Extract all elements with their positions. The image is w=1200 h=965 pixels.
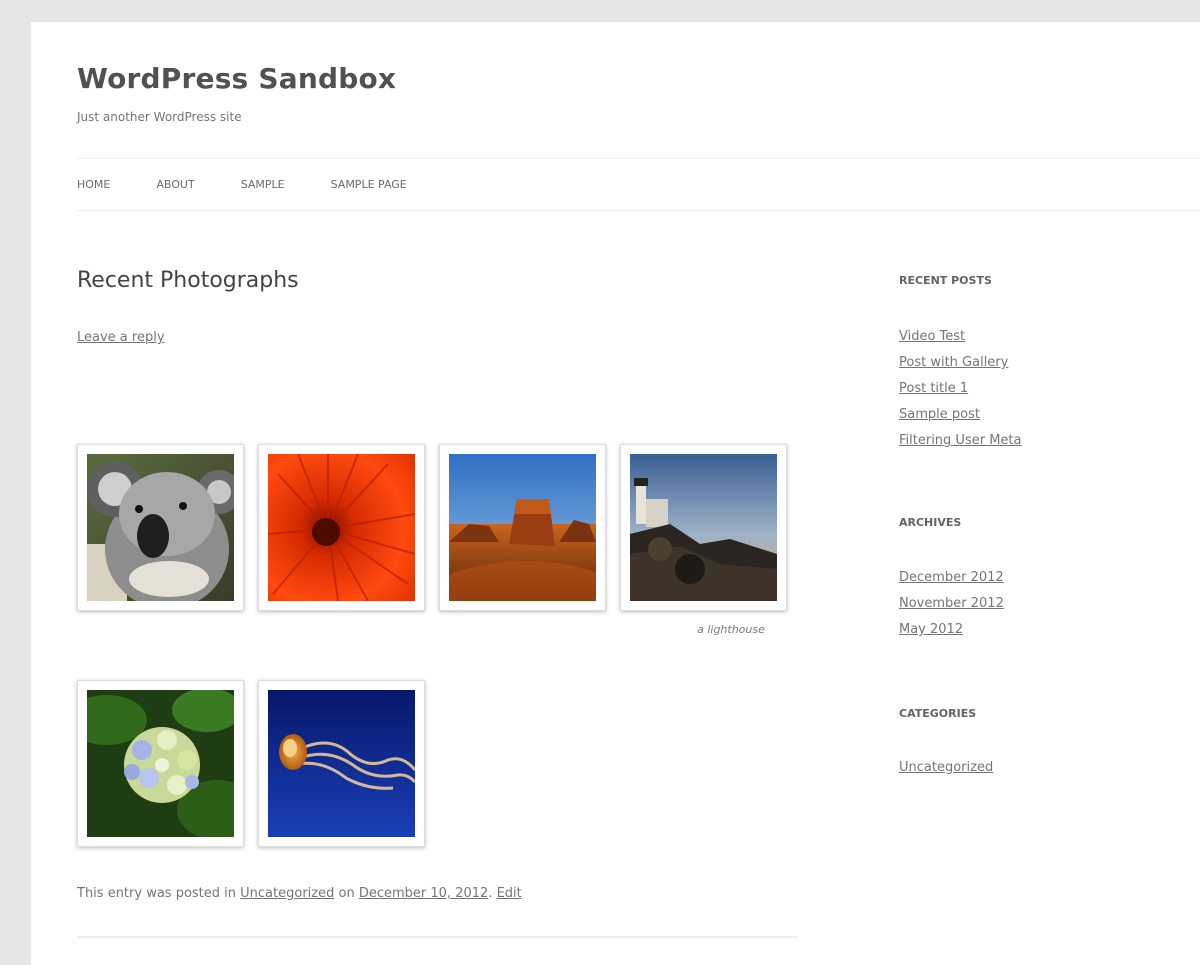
entry-meta-prefix: This entry was posted in xyxy=(77,886,237,901)
categories-title: CATEGORIES xyxy=(899,707,977,720)
gallery-image-desert-mesa[interactable] xyxy=(439,444,606,611)
desert-photo xyxy=(449,454,596,601)
gallery-caption-lighthouse: a lighthouse xyxy=(697,623,765,636)
entry-date-link[interactable]: December 10, 2012 xyxy=(359,886,488,901)
recent-posts-title: RECENT POSTS xyxy=(899,274,992,287)
recent-post-link[interactable]: Post title 1 xyxy=(899,381,968,396)
list-item: December 2012 xyxy=(899,565,1004,591)
entry-category-link[interactable]: Uncategorized xyxy=(240,886,334,901)
archive-link[interactable]: December 2012 xyxy=(899,570,1004,585)
page: WordPress Sandbox Just another WordPress… xyxy=(31,22,1200,965)
nav-item-sample-page[interactable]: SAMPLE PAGE xyxy=(331,178,407,191)
gallery-image-orange-flower[interactable] xyxy=(258,444,425,611)
category-link[interactable]: Uncategorized xyxy=(899,760,993,775)
hydrangea-photo xyxy=(87,690,234,837)
entry-meta: This entry was posted in Uncategorized o… xyxy=(77,886,522,901)
entry-divider xyxy=(77,936,797,938)
entry-meta-on: on xyxy=(338,886,355,901)
jellyfish-photo xyxy=(268,690,415,837)
categories-list: Uncategorized xyxy=(899,755,993,781)
nav-item-home[interactable]: HOME xyxy=(77,178,110,191)
list-item: Post with Gallery xyxy=(899,350,1021,376)
lighthouse-photo xyxy=(630,454,777,601)
gallery-image-koala[interactable] xyxy=(77,444,244,611)
archive-link[interactable]: November 2012 xyxy=(899,596,1004,611)
recent-post-link[interactable]: Sample post xyxy=(899,407,980,422)
gallery-image-hydrangea[interactable] xyxy=(77,680,244,847)
gallery-image-jellyfish[interactable] xyxy=(258,680,425,847)
list-item: Uncategorized xyxy=(899,755,993,781)
post-title: Recent Photographs xyxy=(77,268,299,293)
recent-posts-list: Video Test Post with Gallery Post title … xyxy=(899,324,1021,454)
nav-item-about[interactable]: ABOUT xyxy=(156,178,194,191)
koala-photo xyxy=(87,454,234,601)
list-item: Video Test xyxy=(899,324,1021,350)
list-item: Filtering User Meta xyxy=(899,428,1021,454)
recent-post-link[interactable]: Post with Gallery xyxy=(899,355,1008,370)
archives-list: December 2012 November 2012 May 2012 xyxy=(899,565,1004,643)
entry-meta-sep: . xyxy=(488,886,493,901)
nav-item-sample[interactable]: SAMPLE xyxy=(241,178,285,191)
archives-title: ARCHIVES xyxy=(899,516,962,529)
recent-post-link[interactable]: Video Test xyxy=(899,329,965,344)
list-item: November 2012 xyxy=(899,591,1004,617)
edit-link[interactable]: Edit xyxy=(497,886,522,901)
gallery-image-lighthouse[interactable] xyxy=(620,444,787,611)
list-item: Sample post xyxy=(899,402,1021,428)
leave-reply-link[interactable]: Leave a reply xyxy=(77,330,165,345)
site-title[interactable]: WordPress Sandbox xyxy=(77,62,396,95)
flower-photo xyxy=(268,454,415,601)
list-item: Post title 1 xyxy=(899,376,1021,402)
site-description: Just another WordPress site xyxy=(77,110,242,124)
main-navigation: HOME ABOUT SAMPLE SAMPLE PAGE xyxy=(77,158,1200,211)
archive-link[interactable]: May 2012 xyxy=(899,622,963,637)
recent-post-link[interactable]: Filtering User Meta xyxy=(899,433,1021,448)
list-item: May 2012 xyxy=(899,617,1004,643)
